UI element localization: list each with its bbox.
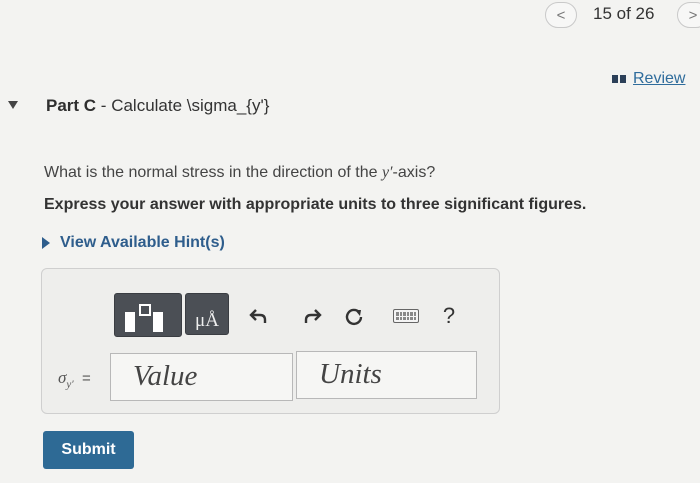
chevron-right-icon: > [688,6,698,24]
review-link[interactable]: Review [612,70,685,88]
part-title-text: Calculate \sigma_{y'} [111,96,270,115]
question-text: What is the normal stress in the directi… [44,164,435,182]
hints-label: View Available Hint(s) [60,234,225,251]
question-variable: y′ [381,164,393,181]
units-input[interactable]: Units [296,351,477,399]
keyboard-icon [393,309,419,323]
help-label: ? [442,303,456,328]
reset-button[interactable] [339,301,369,331]
units-button[interactable]: μÅ [185,293,229,335]
previous-button[interactable]: < [545,2,577,28]
keyboard-button[interactable] [391,301,421,331]
part-prefix: Part C [46,96,97,115]
next-button[interactable]: > [677,2,700,28]
chevron-left-icon: < [556,6,566,24]
question-position: 15 of 26 [593,4,655,23]
caret-down-icon[interactable] [8,101,18,109]
sigma-subscript: y′ [66,378,74,391]
instruction-text: Express your answer with appropriate uni… [44,196,587,213]
review-label: Review [633,70,686,87]
undo-icon [249,309,267,323]
redo-button[interactable] [297,301,327,331]
question-text-before: What is the normal stress in the directi… [44,164,382,181]
equals-sign: = [81,370,91,387]
answer-variable-label: σy′ = [58,368,91,390]
templates-button[interactable] [114,293,182,337]
question-text-after: -axis? [392,164,436,181]
part-title: Part C - Calculate \sigma_{y'} [46,96,269,116]
undo-button[interactable] [244,301,274,331]
book-icon [612,75,626,83]
math-toolbar: μÅ ? [114,291,474,343]
redo-icon [304,309,322,323]
caret-right-icon [42,237,50,249]
view-hints-link[interactable]: View Available Hint(s) [42,234,225,252]
help-button[interactable]: ? [434,301,464,331]
submit-button[interactable]: Submit [43,431,134,469]
units-icon: μÅ [195,310,219,331]
reset-icon [345,308,363,326]
value-input[interactable]: Value [110,353,293,401]
part-separator: - [96,96,112,115]
